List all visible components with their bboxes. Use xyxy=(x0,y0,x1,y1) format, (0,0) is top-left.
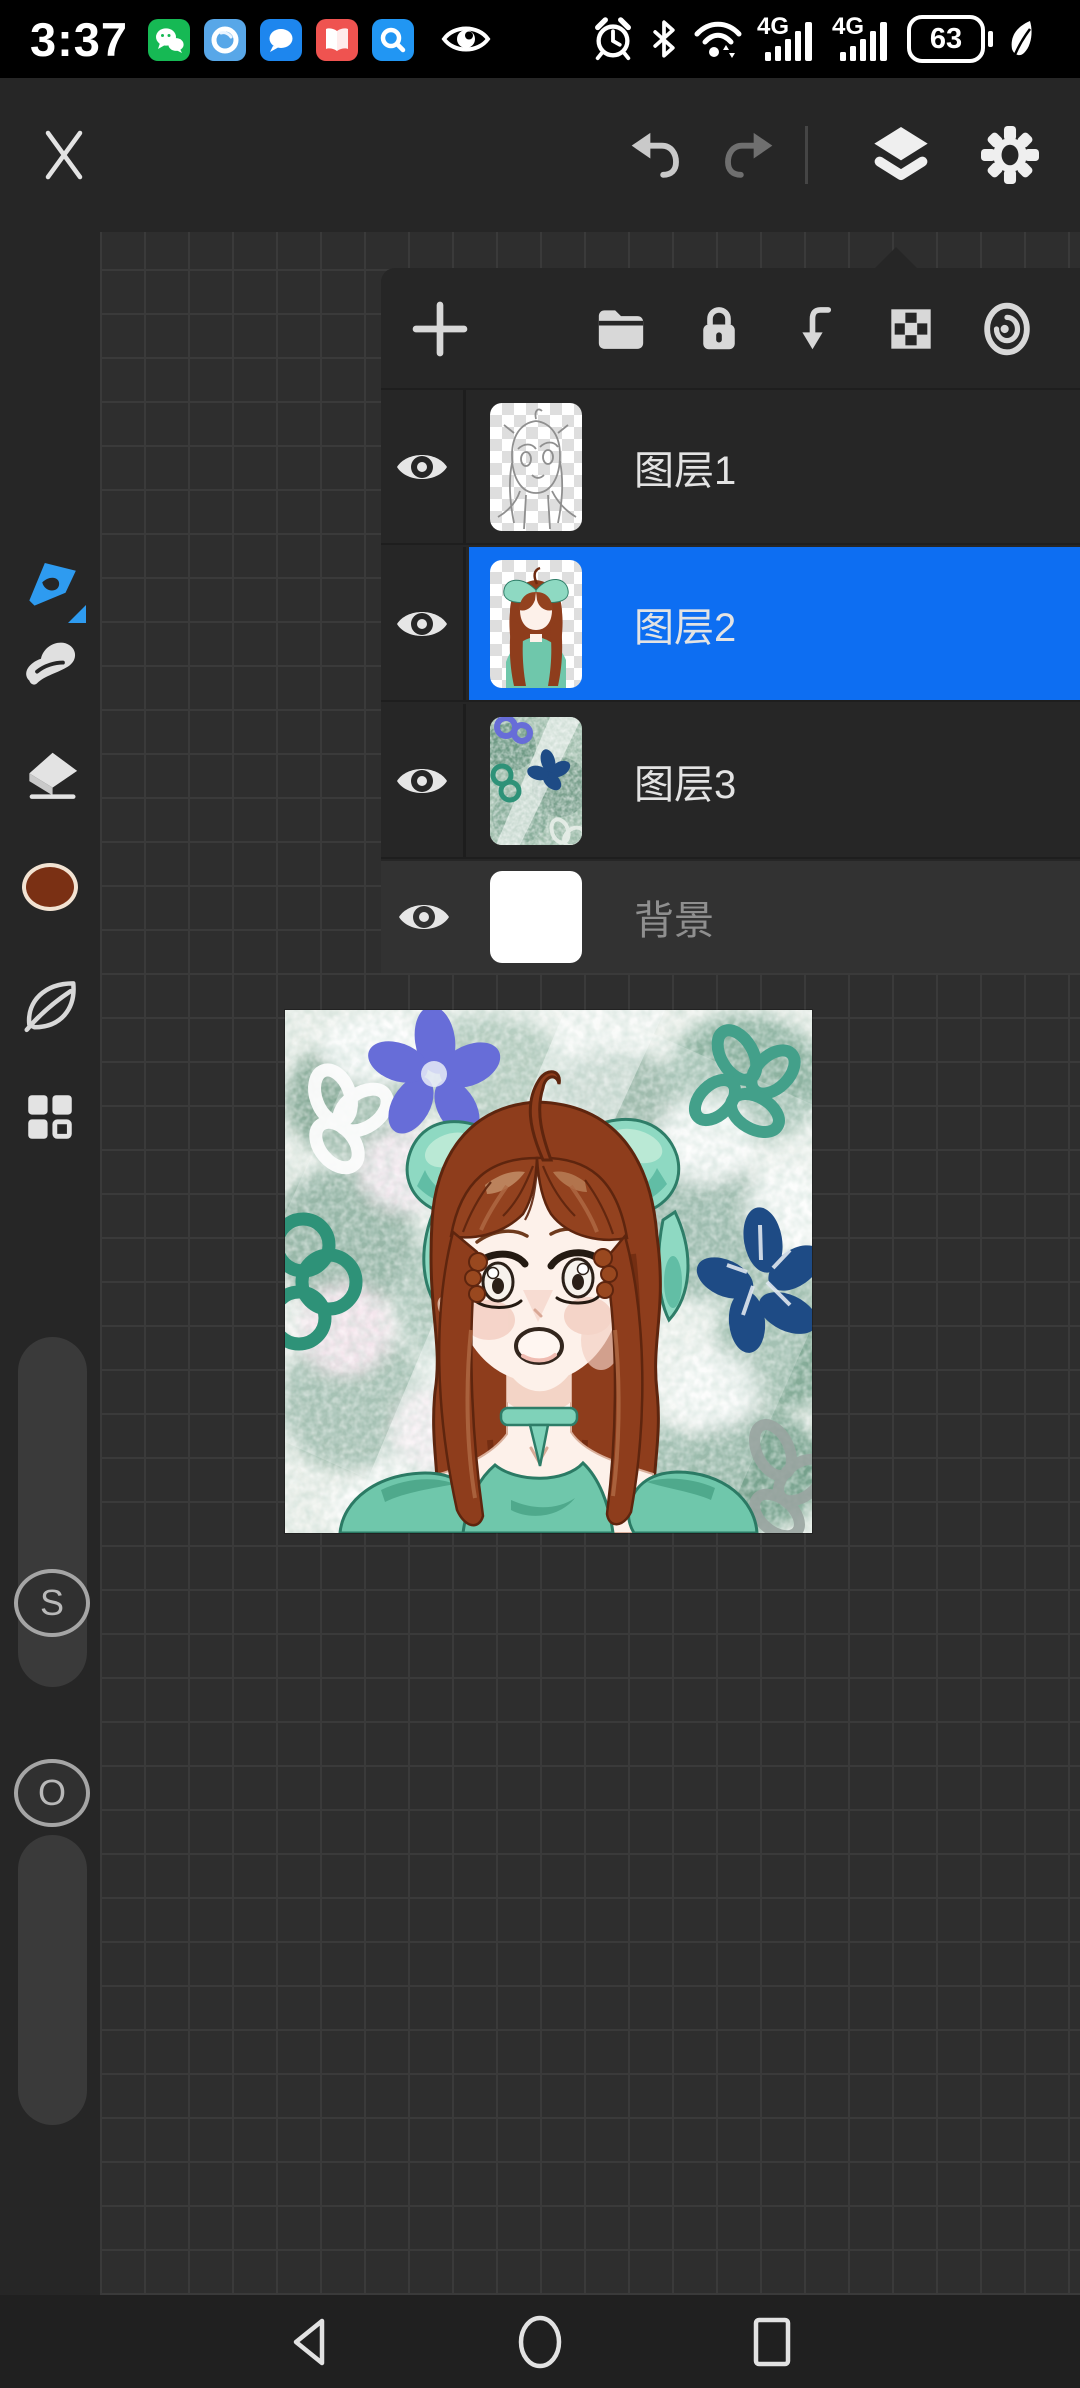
shapes-grid-tool-button[interactable] xyxy=(12,1079,88,1155)
layer-thumbnail xyxy=(490,717,582,845)
layer-visibility-toggle[interactable] xyxy=(381,390,466,543)
layer-thumbnail xyxy=(490,560,582,688)
eye-protection-icon xyxy=(440,17,492,66)
panel-notch xyxy=(873,247,919,270)
shapes-grid-icon xyxy=(21,1088,79,1146)
size-slider-knob[interactable]: S xyxy=(14,1569,90,1637)
svg-text:4G: 4G xyxy=(757,13,789,40)
layers-panel: 图层1 图层2 图层3 xyxy=(381,268,1080,965)
layer-name: 图层2 xyxy=(634,595,736,653)
close-button[interactable] xyxy=(16,78,112,232)
layer-thumbnail xyxy=(490,871,582,963)
wifi-icon xyxy=(692,14,744,64)
left-toolbar: S O xyxy=(0,232,100,2295)
opacity-slider-knob[interactable]: O xyxy=(14,1759,90,1827)
eraser-tool-icon xyxy=(19,745,81,807)
undo-button[interactable] xyxy=(607,78,703,232)
battery-indicator: 63 xyxy=(907,15,993,63)
alarm-icon xyxy=(590,14,636,64)
layer-visibility-toggle[interactable] xyxy=(381,547,466,700)
android-nav-bar xyxy=(0,2295,1080,2388)
bluetooth-icon xyxy=(649,14,679,64)
eye-icon xyxy=(394,603,450,645)
status-bar: 3:37 4G 4G xyxy=(0,0,1080,78)
opacity-slider-track[interactable] xyxy=(18,1835,87,2125)
layer-row[interactable]: 图层3 xyxy=(381,704,1080,859)
signal-4g-icon: 4G xyxy=(757,12,819,66)
eye-icon xyxy=(396,896,452,938)
battery-nub xyxy=(988,31,993,47)
add-layer-button[interactable] xyxy=(395,268,485,390)
toolbar-divider xyxy=(805,126,808,184)
layer-lock-button[interactable] xyxy=(674,268,764,390)
layer-name: 图层3 xyxy=(634,752,736,810)
camera-app-icon xyxy=(204,19,246,61)
messages-app-icon xyxy=(260,19,302,61)
layer-visibility-toggle[interactable] xyxy=(381,704,466,857)
home-circle-icon xyxy=(516,2314,564,2370)
eye-icon xyxy=(394,760,450,802)
search-app-icon xyxy=(372,19,414,61)
eye-icon xyxy=(394,446,450,488)
layer-folder-button[interactable] xyxy=(576,268,666,390)
status-icons-right: 4G 4G 63 xyxy=(590,0,1036,78)
onion-skin-button[interactable] xyxy=(962,268,1052,390)
tool-submenu-badge xyxy=(68,605,86,623)
top-toolbar xyxy=(0,78,1080,232)
paint-tool-button[interactable] xyxy=(12,547,88,623)
layer-name: 图层1 xyxy=(634,438,736,496)
layer-name: 背景 xyxy=(634,888,714,946)
layer-thumbnail xyxy=(490,403,582,531)
layer-row-background[interactable]: 背景 xyxy=(381,861,1080,973)
power-saving-leaf-icon xyxy=(1006,17,1036,61)
nav-back-button[interactable] xyxy=(249,2295,369,2388)
smudge-tool-icon xyxy=(19,629,81,691)
books-app-icon xyxy=(316,19,358,61)
drawing-canvas[interactable] xyxy=(285,1010,812,1533)
clock: 3:37 xyxy=(30,0,128,78)
merge-down-button[interactable] xyxy=(772,268,862,390)
app-screen: 3:37 4G 4G xyxy=(0,0,1080,2388)
layer-visibility-toggle[interactable] xyxy=(381,861,466,973)
smudge-tool-button[interactable] xyxy=(12,622,88,698)
leaf-tool-icon xyxy=(19,973,81,1035)
size-slider-label: S xyxy=(40,1582,64,1624)
layer-row[interactable]: 图层1 xyxy=(381,390,1080,545)
layers-button[interactable] xyxy=(853,78,949,232)
eraser-tool-button[interactable] xyxy=(12,738,88,814)
current-color-swatch xyxy=(22,863,78,911)
checkerboard-alpha-button[interactable] xyxy=(866,268,956,390)
layers-panel-header xyxy=(381,268,1080,390)
opacity-slider-label: O xyxy=(38,1772,66,1814)
back-triangle-icon xyxy=(286,2316,332,2368)
nav-home-button[interactable] xyxy=(480,2295,600,2388)
signal-4g-icon: 4G xyxy=(832,12,894,66)
battery-percent: 63 xyxy=(930,23,962,56)
svg-text:4G: 4G xyxy=(832,13,864,40)
redo-button[interactable] xyxy=(701,78,797,232)
layer-row-selected[interactable]: 图层2 xyxy=(381,547,1080,702)
settings-gear-button[interactable] xyxy=(962,78,1058,232)
color-swatch-button[interactable] xyxy=(12,849,88,925)
notification-icons xyxy=(148,19,414,61)
nav-recents-button[interactable] xyxy=(712,2295,832,2388)
leaf-curve-tool-button[interactable] xyxy=(12,966,88,1042)
wechat-icon xyxy=(148,19,190,61)
recents-square-icon xyxy=(750,2315,794,2369)
